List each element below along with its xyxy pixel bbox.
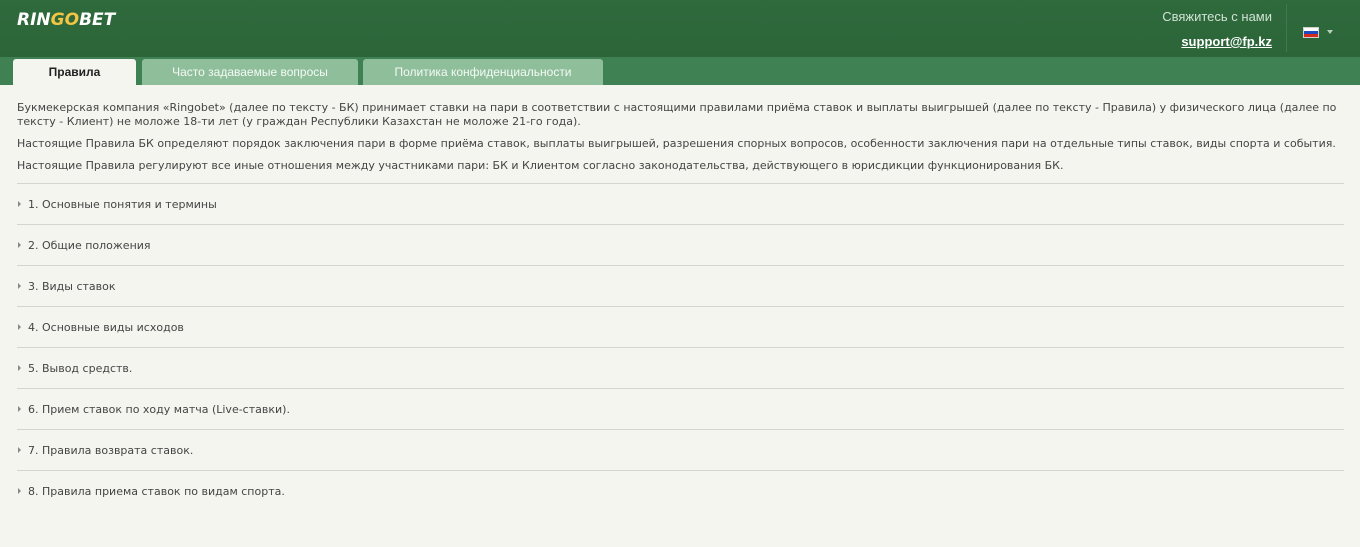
chevron-right-icon — [18, 488, 21, 494]
contact-label: Свяжитесь с нами — [1162, 9, 1272, 24]
section-item-7[interactable]: 7. Правила возврата ставок. — [17, 429, 1344, 470]
section-title: 7. Правила возврата ставок. — [28, 444, 194, 457]
section-item-2[interactable]: 2. Общие положения — [17, 224, 1344, 265]
russian-flag-icon — [1303, 26, 1319, 38]
chevron-right-icon — [18, 242, 21, 248]
section-title: 2. Общие положения — [28, 239, 151, 252]
support-email-link[interactable]: support@fp.kz — [1162, 34, 1272, 49]
section-item-3[interactable]: 3. Виды ставок — [17, 265, 1344, 306]
section-title: 5. Вывод средств. — [28, 362, 133, 375]
intro-paragraph: Букмекерская компания «Ringobet» (далее … — [17, 101, 1337, 128]
section-title: 8. Правила приема ставок по видам спорта… — [28, 485, 285, 498]
section-title: 6. Прием ставок по ходу матча (Live-став… — [28, 403, 290, 416]
intro-paragraph: Настоящие Правила БК определяют порядок … — [17, 137, 1336, 150]
tab-privacy-policy[interactable]: Политика конфиденциальности — [363, 59, 603, 85]
logo-text-bet: BET — [79, 10, 116, 30]
chevron-right-icon — [18, 447, 21, 453]
rules-intro: Букмекерская компания «Ringobet» (далее … — [17, 101, 1344, 181]
section-title: 4. Основные виды исходов — [28, 321, 184, 334]
section-item-8[interactable]: 8. Правила приема ставок по видам спорта… — [17, 470, 1344, 511]
intro-paragraph: Настоящие Правила регулируют все иные от… — [17, 159, 1064, 172]
chevron-right-icon — [18, 365, 21, 371]
chevron-right-icon — [18, 283, 21, 289]
site-header: RINGOBET Свяжитесь с нами support@fp.kz — [0, 0, 1360, 57]
logo-text-rin: RIN — [17, 10, 51, 30]
tab-rules[interactable]: Правила — [13, 59, 136, 85]
tab-faq[interactable]: Часто задаваемые вопросы — [142, 59, 358, 85]
chevron-down-icon — [1327, 30, 1333, 34]
ringobet-logo[interactable]: RINGOBET — [17, 10, 115, 30]
contact-block: Свяжитесь с нами support@fp.kz — [1162, 9, 1272, 49]
header-divider — [1286, 4, 1287, 52]
section-title: 1. Основные понятия и термины — [28, 198, 217, 211]
section-item-1[interactable]: 1. Основные понятия и термины — [17, 183, 1344, 224]
chevron-right-icon — [18, 324, 21, 330]
logo-text-go: GO — [50, 10, 80, 30]
chevron-right-icon — [18, 201, 21, 207]
section-item-4[interactable]: 4. Основные виды исходов — [17, 306, 1344, 347]
section-item-6[interactable]: 6. Прием ставок по ходу матча (Live-став… — [17, 388, 1344, 429]
language-selector[interactable] — [1303, 26, 1333, 38]
section-item-5[interactable]: 5. Вывод средств. — [17, 347, 1344, 388]
section-title: 3. Виды ставок — [28, 280, 116, 293]
chevron-right-icon — [18, 406, 21, 412]
